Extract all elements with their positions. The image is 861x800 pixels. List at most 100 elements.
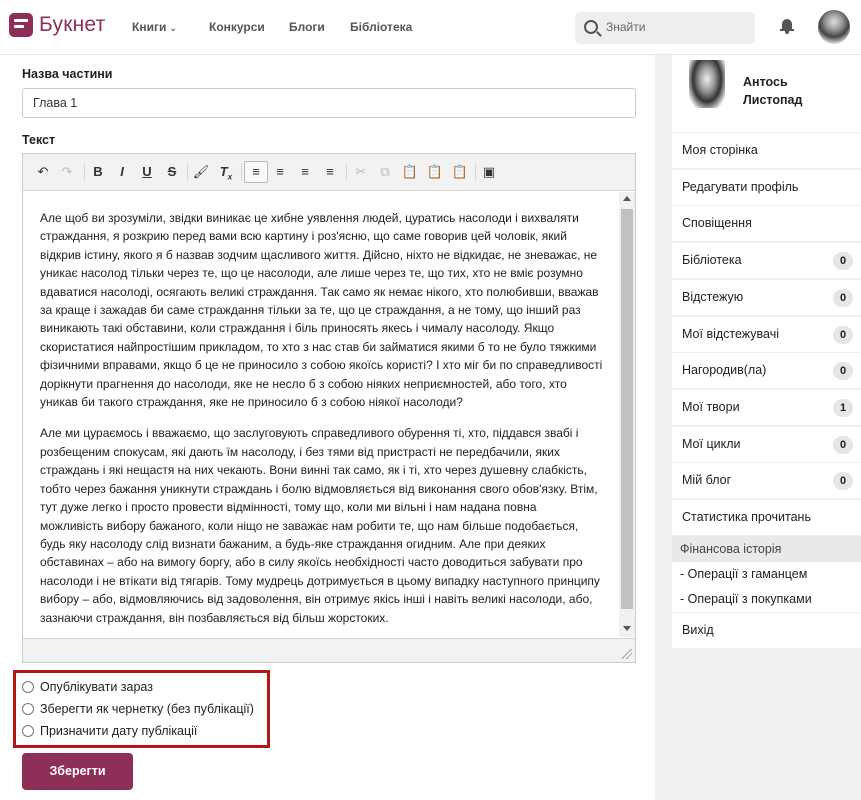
redo-icon[interactable]: ↷ bbox=[57, 162, 77, 182]
scroll-down-icon[interactable] bbox=[623, 626, 631, 631]
radio-button[interactable] bbox=[22, 725, 34, 737]
sidebar-item-label: Мій блог bbox=[682, 473, 732, 487]
sidebar-item-purchase-operations[interactable]: - Операції з покупками bbox=[672, 587, 861, 612]
count-badge: 0 bbox=[833, 289, 853, 307]
radio-label: Призначити дату публікації bbox=[40, 724, 198, 738]
underline-icon[interactable]: U bbox=[137, 162, 157, 182]
count-badge: 0 bbox=[833, 252, 853, 270]
radio-button[interactable] bbox=[22, 703, 34, 715]
scroll-up-icon[interactable] bbox=[623, 196, 631, 201]
paragraph: Але ми цураємось і вважаємо, що заслугов… bbox=[40, 426, 600, 625]
finance-history-header: Фінансова історія bbox=[672, 536, 861, 562]
sidebar-item-label: Вихід bbox=[682, 623, 714, 637]
sidebar-user[interactable]: Антось Листопад bbox=[672, 55, 861, 132]
top-header: Букнет Книги ⌄ Конкурси Блоги Бібліотека bbox=[0, 0, 861, 55]
sidebar-item-following[interactable]: Відстежую 0 bbox=[672, 280, 861, 315]
format-painter-icon[interactable]: 🖌 bbox=[191, 162, 211, 182]
sidebar-item-label: Мої відстежувачі bbox=[682, 327, 780, 341]
count-badge: 0 bbox=[833, 326, 853, 344]
toolbar-divider bbox=[475, 163, 476, 181]
sidebar-item-label: Бібліотека bbox=[682, 253, 742, 267]
search-icon bbox=[584, 20, 598, 34]
sidebar-item-awarded[interactable]: Нагородив(ла) 0 bbox=[672, 353, 861, 388]
radio-publish-now[interactable]: Опублікувати зараз bbox=[22, 680, 153, 694]
sidebar-item-label: Статистика прочитань bbox=[682, 510, 811, 524]
count-badge: 0 bbox=[833, 436, 853, 454]
editor-scrollbar[interactable] bbox=[619, 192, 635, 637]
toolbar-divider bbox=[241, 163, 242, 181]
book-logo-icon bbox=[9, 13, 33, 37]
toolbar-divider bbox=[187, 163, 188, 181]
radio-label: Опублікувати зараз bbox=[40, 680, 153, 694]
paste-text-icon[interactable]: 📋 bbox=[425, 162, 445, 182]
align-justify-icon[interactable]: ≡ bbox=[320, 162, 340, 182]
sidebar-item-notifications[interactable]: Сповіщення bbox=[672, 206, 861, 241]
editor-statusbar bbox=[23, 638, 635, 662]
rich-text-editor: ↶ ↷ B I U S 🖌 Tx ≡ ≡ ≡ ≡ ✂ ⧉ 📋 📋 📋 ▣ Але… bbox=[22, 153, 636, 663]
nav-contests[interactable]: Конкурси bbox=[209, 20, 265, 34]
paste-word-icon[interactable]: 📋 bbox=[450, 162, 470, 182]
nav-library[interactable]: Бібліотека bbox=[350, 20, 412, 34]
bold-icon[interactable]: B bbox=[88, 162, 108, 182]
copy-icon[interactable]: ⧉ bbox=[375, 162, 395, 182]
align-right-icon[interactable]: ≡ bbox=[295, 162, 315, 182]
clear-format-icon[interactable]: Tx bbox=[216, 162, 236, 182]
sidebar: Антось Листопад Моя сторінка Редагувати … bbox=[655, 55, 861, 800]
avatar[interactable] bbox=[818, 10, 850, 44]
paragraph: Але щоб ви зрозуміли, звідки виникає це … bbox=[40, 211, 603, 410]
align-left-icon[interactable]: ≡ bbox=[244, 161, 268, 183]
sidebar-item-my-page[interactable]: Моя сторінка bbox=[672, 133, 861, 168]
align-center-icon[interactable]: ≡ bbox=[270, 162, 290, 182]
sidebar-item-edit-profile[interactable]: Редагувати профіль bbox=[672, 170, 861, 205]
sidebar-item-label: Нагородив(ла) bbox=[682, 363, 767, 377]
search-box[interactable] bbox=[575, 12, 755, 44]
editor-content[interactable]: Але щоб ви зрозуміли, звідки виникає це … bbox=[23, 192, 619, 637]
text-label: Текст bbox=[22, 133, 56, 147]
radio-schedule[interactable]: Призначити дату публікації bbox=[22, 724, 197, 738]
chevron-down-icon: ⌄ bbox=[169, 23, 177, 33]
search-input[interactable] bbox=[606, 20, 746, 34]
cut-icon[interactable]: ✂ bbox=[351, 162, 371, 182]
resize-grip-icon[interactable] bbox=[622, 649, 632, 659]
sidebar-item-logout[interactable]: Вихід bbox=[672, 613, 861, 648]
sidebar-item-my-cycles[interactable]: Мої цикли 0 bbox=[672, 427, 861, 462]
user-name[interactable]: Антось Листопад bbox=[743, 73, 833, 109]
sidebar-item-reading-stats[interactable]: Статистика прочитань bbox=[672, 500, 861, 535]
count-badge: 1 bbox=[833, 399, 853, 417]
nav-blogs[interactable]: Блоги bbox=[289, 20, 325, 34]
avatar[interactable] bbox=[689, 60, 725, 108]
radio-button[interactable] bbox=[22, 681, 34, 693]
sidebar-item-followers[interactable]: Мої відстежувачі 0 bbox=[672, 317, 861, 352]
part-title-input[interactable]: Глава 1 bbox=[22, 88, 636, 118]
toolbar-divider bbox=[84, 163, 85, 181]
sidebar-item-label: Моя сторінка bbox=[682, 143, 758, 157]
paste-icon[interactable]: 📋 bbox=[400, 162, 420, 182]
sidebar-item-library[interactable]: Бібліотека 0 bbox=[672, 243, 861, 278]
part-title-label: Назва частини bbox=[22, 67, 113, 81]
image-icon[interactable]: ▣ bbox=[479, 162, 499, 182]
logo[interactable]: Букнет bbox=[9, 13, 105, 37]
sidebar-item-label: Редагувати профіль bbox=[682, 180, 799, 194]
count-badge: 0 bbox=[833, 362, 853, 380]
nav-books[interactable]: Книги ⌄ bbox=[132, 20, 177, 34]
sidebar-item-wallet-operations[interactable]: - Операції з гаманцем bbox=[672, 562, 861, 587]
toolbar-divider bbox=[346, 163, 347, 181]
save-button[interactable]: Зберегти bbox=[22, 753, 133, 790]
sidebar-item-label: Мої твори bbox=[682, 400, 740, 414]
nav-books-label: Книги bbox=[132, 20, 167, 34]
logo-text: Букнет bbox=[39, 13, 106, 36]
sidebar-item-my-blog[interactable]: Мій блог 0 bbox=[672, 463, 861, 498]
italic-icon[interactable]: I bbox=[112, 162, 132, 182]
count-badge: 0 bbox=[833, 472, 853, 490]
radio-label: Зберегти як чернетку (без публікації) bbox=[40, 702, 254, 716]
sidebar-item-label: Мої цикли bbox=[682, 437, 741, 451]
sidebar-item-my-works[interactable]: Мої твори 1 bbox=[672, 390, 861, 425]
radio-save-draft[interactable]: Зберегти як чернетку (без публікації) bbox=[22, 702, 254, 716]
sidebar-item-label: Сповіщення bbox=[682, 216, 752, 230]
editor-toolbar: ↶ ↷ B I U S 🖌 Tx ≡ ≡ ≡ ≡ ✂ ⧉ 📋 📋 📋 ▣ bbox=[23, 154, 635, 191]
scroll-thumb[interactable] bbox=[621, 209, 633, 609]
sidebar-item-label: Відстежую bbox=[682, 290, 744, 304]
bell-icon[interactable] bbox=[780, 19, 794, 34]
undo-icon[interactable]: ↶ bbox=[33, 162, 53, 182]
strikethrough-icon[interactable]: S bbox=[162, 162, 182, 182]
